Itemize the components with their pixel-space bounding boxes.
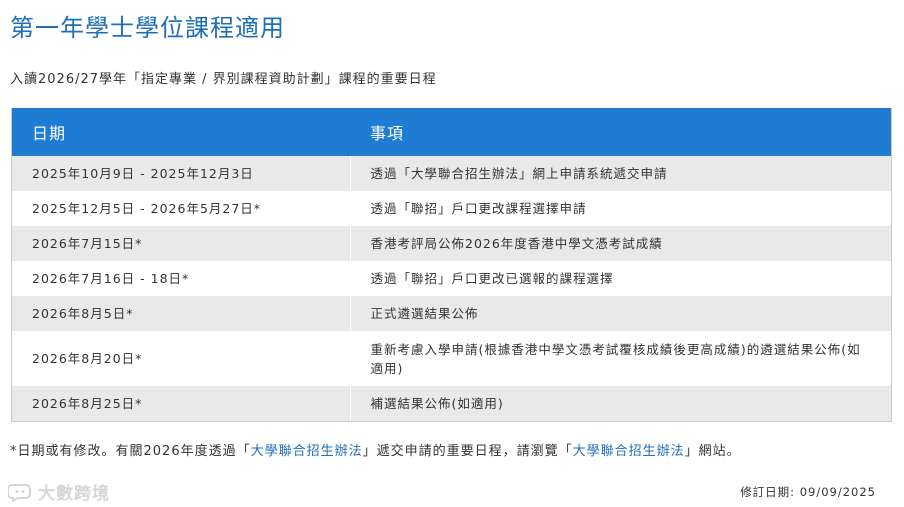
table-header-row: 日期 事項	[12, 108, 891, 156]
watermark-text: 大數跨境	[38, 484, 110, 504]
schedule-table: 日期 事項 2025年10月9日 - 2025年12月3日 透過「大學聯合招生辦…	[12, 108, 891, 421]
row-event: 香港考評局公佈2026年度香港中學文憑考試成績	[349, 226, 891, 261]
revised-date: 修訂日期: 09/09/2025	[740, 485, 876, 499]
row-event: 正式遴選結果公佈	[349, 296, 891, 331]
table-row: 2025年10月9日 - 2025年12月3日 透過「大學聯合招生辦法」網上申請…	[12, 156, 891, 191]
row-event: 重新考慮入學申請(根據香港中學文憑考試覆核成績後更高成績)的遴選結果公佈(如適用…	[349, 331, 891, 386]
header-event: 事項	[350, 108, 891, 156]
footnote-text: *日期或有修改。有關2026年度透過「	[10, 444, 251, 459]
row-date: 2026年8月5日*	[12, 296, 350, 331]
footnote-text: 」網站。	[684, 444, 741, 459]
row-date: 2026年8月25日*	[12, 386, 350, 421]
table-row: 2026年8月5日* 正式遴選結果公佈	[12, 296, 891, 331]
table-row: 2026年8月20日* 重新考慮入學申請(根據香港中學文憑考試覆核成績後更高成績…	[12, 331, 891, 386]
row-date: 2026年7月15日*	[12, 226, 350, 261]
row-event: 透過「聯招」戶口更改已選報的課程選擇	[349, 261, 891, 296]
page-subtitle: 入讀2026/27學年「指定專業 / 界別課程資助計劃」課程的重要日程	[10, 72, 437, 87]
row-date: 2026年7月16日 - 18日*	[12, 261, 350, 296]
row-date: 2026年8月20日*	[12, 331, 350, 386]
jupas-website-link[interactable]: 大學聯合招生辦法	[573, 444, 685, 459]
speech-bubble-logo-icon	[8, 483, 31, 502]
jupas-link[interactable]: 大學聯合招生辦法	[251, 444, 363, 459]
page-title: 第一年學士學位課程適用	[10, 14, 285, 42]
header-date: 日期	[12, 108, 350, 156]
row-date: 2025年12月5日 - 2026年5月27日*	[12, 191, 350, 226]
footnote: *日期或有修改。有關2026年度透過「大學聯合招生辦法」遞交申請的重要日程，請瀏…	[10, 440, 741, 459]
table-row: 2025年12月5日 - 2026年5月27日* 透過「聯招」戶口更改課程選擇申…	[12, 191, 891, 226]
table-row: 2026年8月25日* 補選結果公佈(如適用)	[12, 386, 891, 421]
row-event: 補選結果公佈(如適用)	[349, 386, 891, 421]
watermark-logo: 大數跨境	[8, 479, 110, 504]
table-row: 2026年7月15日* 香港考評局公佈2026年度香港中學文憑考試成績	[12, 226, 891, 261]
footnote-text: 」遞交申請的重要日程，請瀏覽「	[362, 444, 573, 459]
row-date: 2025年10月9日 - 2025年12月3日	[12, 156, 350, 191]
table-row: 2026年7月16日 - 18日* 透過「聯招」戶口更改已選報的課程選擇	[12, 261, 891, 296]
row-event: 透過「聯招」戶口更改課程選擇申請	[349, 191, 891, 226]
row-event: 透過「大學聯合招生辦法」網上申請系統遞交申請	[349, 156, 891, 191]
schedule-table-container: 日期 事項 2025年10月9日 - 2025年12月3日 透過「大學聯合招生辦…	[11, 108, 892, 422]
